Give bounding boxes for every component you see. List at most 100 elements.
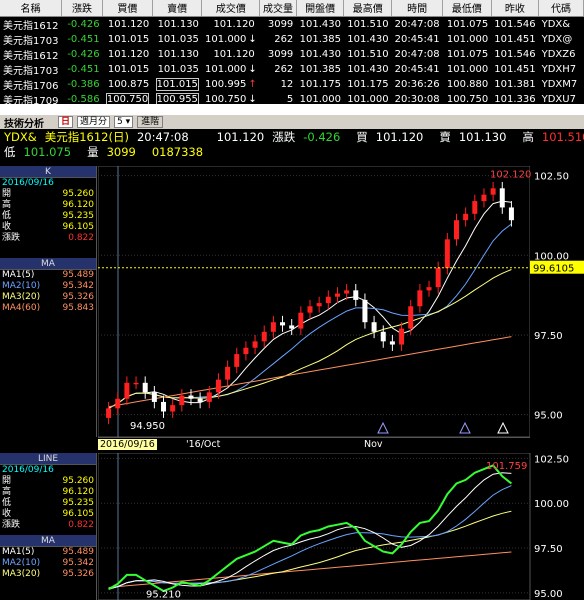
candle-body [353,290,359,300]
y-tick-label: 100.00 [534,499,569,510]
cell-low: 101.075 [446,18,489,30]
candle-body [481,194,487,202]
cell-prev: 101.381 [494,78,536,90]
cell-time: 20:45:41 [394,63,440,75]
candle-body [170,405,176,412]
col-header[interactable]: 昨收 [491,0,540,17]
col-header[interactable]: 開盤價 [296,0,345,17]
candle-body [362,299,368,323]
candle-body [133,382,139,385]
period-selector[interactable]: 週月分 [77,116,111,128]
candle-body [225,366,231,380]
candle-body [151,392,157,402]
tick-arrow-icon: ↓ [248,63,257,75]
ma-item: MA1(5) 95.489 [2,270,94,280]
date-label-start: 2016/09/16 [98,439,157,450]
date-label-oct: '16/Oct [186,439,221,450]
cell-time: 20:47:08 [394,48,440,60]
line-close: 收 96.105 [2,509,94,519]
col-header[interactable]: 代碼 [538,0,584,17]
y-tick-label: 97.50 [534,544,563,555]
cell-volume: 3099 [267,18,294,30]
day-selector[interactable]: 日 [58,116,74,128]
candle-body [490,188,496,195]
candle-body [399,328,405,345]
cell-last: 100.995 ↑ [205,78,257,90]
cell-code: YDX@ [541,33,573,45]
cell-code: YDXM7 [541,78,578,90]
quote-row[interactable]: 美元指1706 -0.386 100.875 101.015 100.995 ↑ 12 101… [0,77,584,92]
candle-body [344,290,350,294]
ma-header-2: MA [0,535,96,547]
quote-row[interactable]: 美元指1612 -0.426 101.120 101.130 101.120 3099 10… [0,16,584,32]
interval-value: 5 [117,117,123,127]
cell-change: -0.426 [67,18,100,30]
line-high: 高 96.120 [2,487,94,497]
candle-body [261,331,267,342]
cell-ask: 101.130 [157,48,199,60]
y-tick-label: 95.00 [534,589,563,600]
max-label: 101.759 [486,461,527,472]
tick-arrow-icon: ↓ [248,93,257,105]
info-ask: 賣 101.130 [439,130,507,144]
candle-body [499,188,505,208]
advanced-button[interactable]: 進階 [137,116,164,128]
col-header[interactable]: 時間 [391,0,444,17]
cell-low: 101.000 [446,63,489,75]
cell-name: 美元指1706 [3,80,59,92]
k-open: 開 95.260 [2,189,94,199]
candle-body [188,395,194,399]
interval-dropdown[interactable]: 5 ▾ [114,116,134,128]
tick-arrow-icon: ↓ [248,33,257,45]
k-low: 低 95.235 [2,211,94,221]
col-header[interactable]: 賣價 [152,0,203,17]
k-close: 收 96.105 [2,222,94,232]
ma-header: MA [0,258,96,270]
quote-table: 名稱 漲跌 買價 賣價 成交價 成交量 開盤價 最高價 時間 最低價 昨收 代碼… [0,0,584,107]
cell-low: 101.075 [446,48,489,60]
candle-body [234,354,240,367]
col-header[interactable]: 最高價 [343,0,393,17]
k-change: 漲跌 0.822 [2,233,94,243]
col-header[interactable]: 漲跌 [61,0,104,17]
candle-body [472,201,478,214]
quote-row[interactable]: 美元指1612 -0.426 101.120 101.130 101.120 3099 10… [0,47,584,62]
cell-bid: 101.015 [107,63,150,75]
chevron-down-icon: ▾ [125,117,131,127]
cell-bid: 101.015 [107,33,150,45]
info-change: 漲跌 -0.426 [272,130,341,144]
candle-body [280,322,286,326]
cell-last: 101.120 [213,48,255,60]
quote-row[interactable]: 美元指1703 -0.451 101.015 101.035 101.000 ↓ 262 10… [0,32,584,47]
cell-open: 101.430 [299,18,341,30]
ma-item: MA3(20) 95.326 [2,569,94,579]
candle-body [463,213,469,221]
col-header[interactable]: 成交量 [259,0,297,17]
ma-item: MA2(10) 95.342 [2,558,94,568]
cell-ask: 101.035 [157,33,199,45]
cell-low: 101.000 [446,33,489,45]
info-symbol: YDX& [4,130,37,144]
col-header[interactable]: 買價 [102,0,153,17]
info-time: 20:47:08 [136,130,189,144]
quote-row[interactable]: 美元指1703 -0.451 101.015 101.035 101.000 ↓ 262 10… [0,62,584,77]
cell-prev: 101.451 [494,33,536,45]
candle-body [325,296,331,304]
cell-change: -0.386 [67,78,100,90]
col-header[interactable]: 成交價 [201,0,261,17]
candle-body [289,325,295,329]
candle-body [316,303,322,307]
col-header[interactable]: 最低價 [442,0,492,17]
k-side-panel: K 2016/09/16 開 95.260 高 96.120 低 95.235 收 96… [0,166,97,437]
col-header[interactable]: 名稱 [0,0,62,17]
last-price-label: 99.6105 [533,264,574,275]
quote-header-row: 名稱 漲跌 買價 賣價 成交價 成交量 開盤價 最高價 時間 最低價 昨收 代碼 [0,0,584,17]
y-tick-label: 95.00 [534,411,563,422]
candlestick-chart[interactable]: 102.50 100.00 97.50 95.00 102.120 94.950 99.61… [98,166,584,437]
cell-change: -0.451 [67,63,100,75]
cell-high: 101.430 [347,33,389,45]
info-line-2: 低 101.075 量 3099 0187338 [0,145,584,159]
candle-body [197,398,203,402]
cell-code: YDXH7 [541,63,577,75]
line-chart[interactable]: 102.50 100.00 97.50 95.00 101.759 95.210 [98,453,584,600]
